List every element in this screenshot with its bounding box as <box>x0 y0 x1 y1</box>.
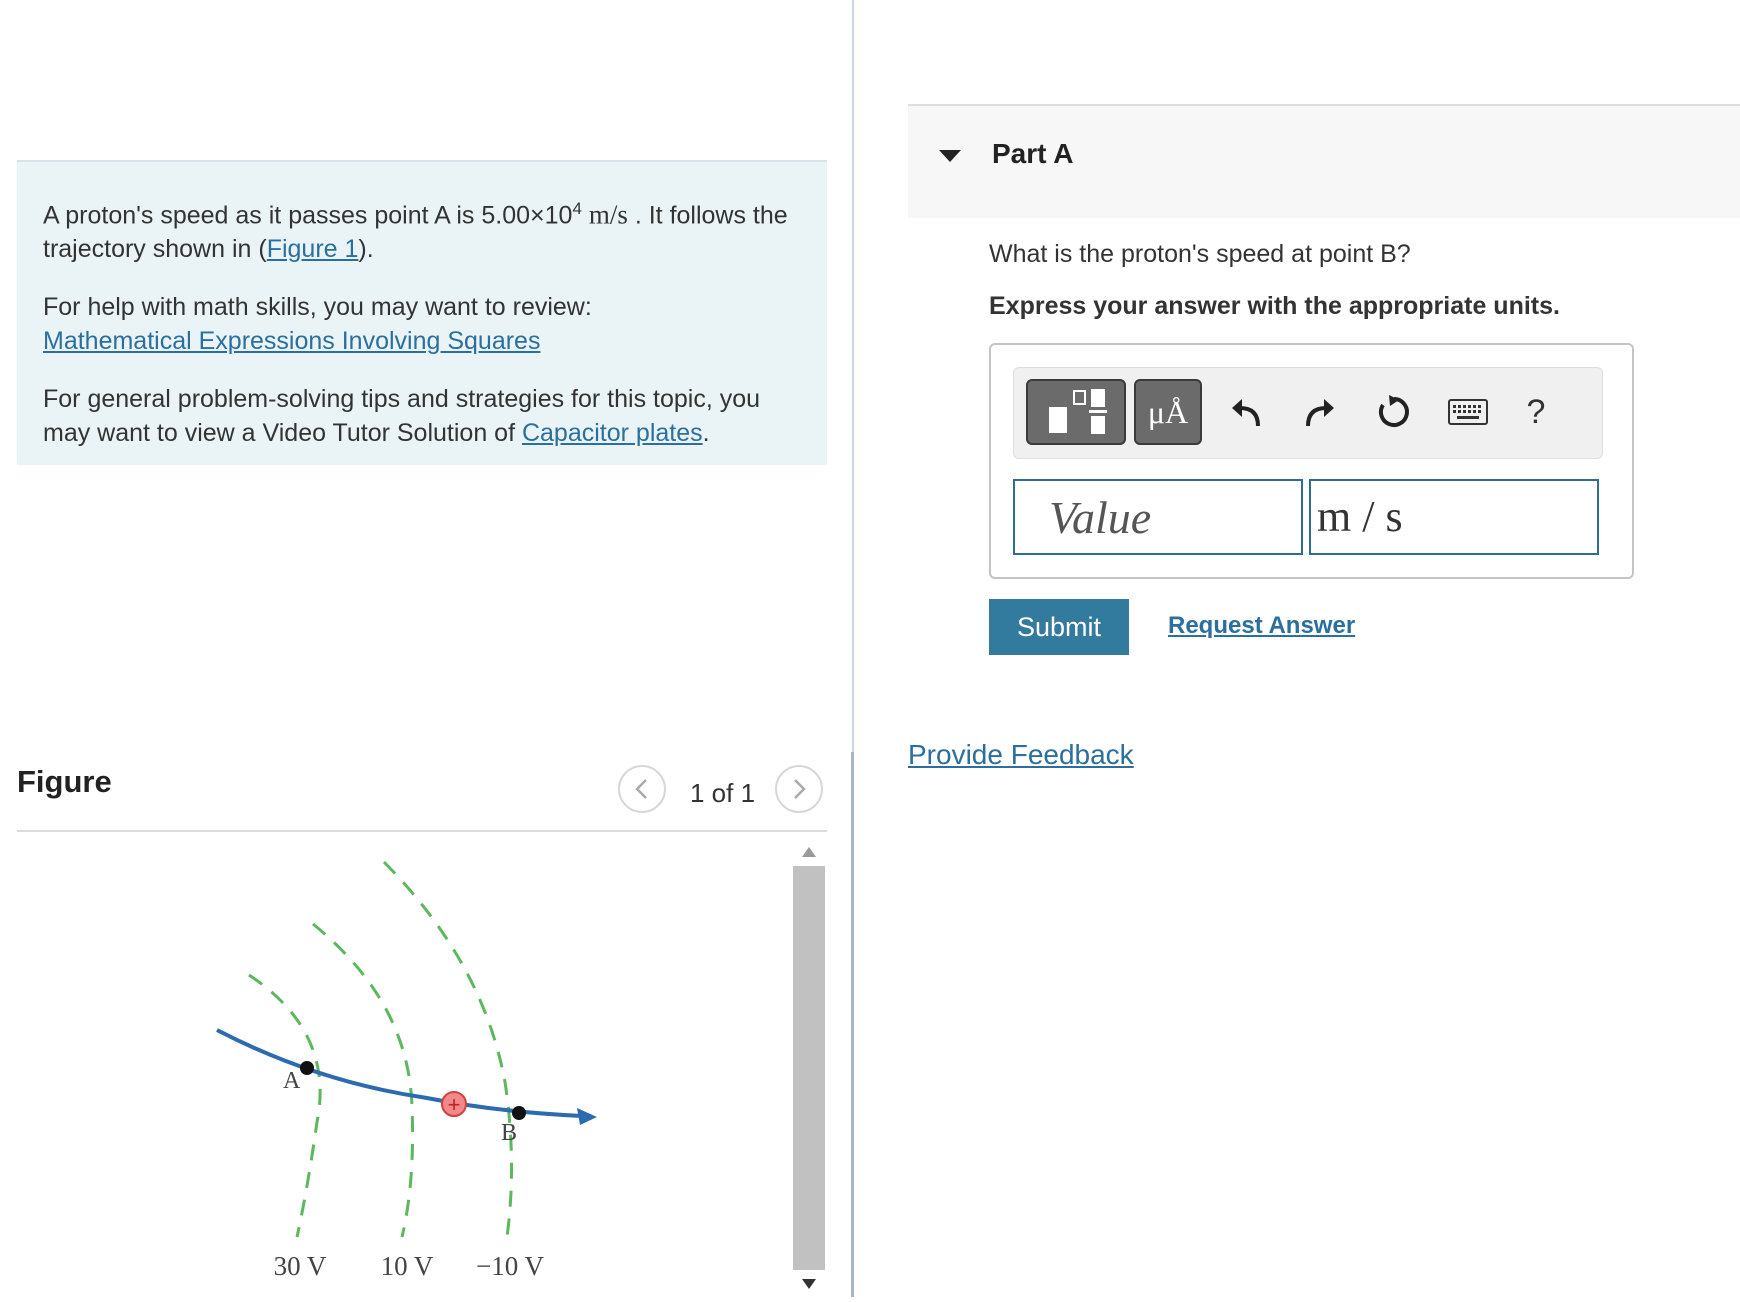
figure-next-button[interactable] <box>775 765 823 813</box>
request-answer-link[interactable]: Request Answer <box>1168 612 1355 640</box>
provide-feedback-link[interactable]: Provide Feedback <box>908 739 1134 771</box>
figure-close: ). <box>358 235 374 264</box>
scroll-up-arrow-icon[interactable] <box>801 846 817 858</box>
equipotential-neg10v <box>382 860 514 1238</box>
part-title: Part A <box>992 138 1074 169</box>
speed-unit: m/s <box>588 199 628 230</box>
equipotential-10v <box>312 922 415 1238</box>
undo-button[interactable] <box>1224 390 1268 434</box>
question-text: What is the proton's speed at point B? <box>989 240 1411 268</box>
fraction-template-icon <box>1049 389 1107 434</box>
units-input[interactable]: m / s <box>1309 479 1599 555</box>
submit-button[interactable]: Submit <box>989 599 1129 655</box>
caret-down-icon[interactable] <box>938 148 962 164</box>
tips: For general problem-solving tips and str… <box>43 382 801 450</box>
templates-button[interactable] <box>1026 379 1126 445</box>
equation-toolbar: μÅ ? <box>1013 367 1603 459</box>
reset-button[interactable] <box>1372 390 1416 434</box>
column-resize-handle[interactable] <box>851 752 854 1297</box>
undo-icon <box>1232 399 1260 427</box>
answer-box: μÅ ? m / s <box>989 343 1634 579</box>
point-a-dot <box>300 1061 314 1075</box>
problem-statement: A proton's speed as it passes point A is… <box>17 160 827 465</box>
math-help-link[interactable]: Mathematical Expressions Involving Squar… <box>43 327 540 355</box>
scrollbar-thumb[interactable] <box>793 866 825 1270</box>
help-button[interactable]: ? <box>1514 390 1558 434</box>
potential-label-neg10v: −10 V <box>476 1251 544 1281</box>
speed-intro: A proton's speed as it passes point A is… <box>43 201 573 230</box>
math-help: For help with math skills, you may want … <box>43 290 801 358</box>
capacitor-plates-link[interactable]: Capacitor plates <box>522 419 703 447</box>
chevron-left-icon <box>635 779 647 799</box>
chevron-right-icon <box>794 779 806 799</box>
problem-text: A proton's speed as it passes point A is… <box>43 192 801 266</box>
potential-label-10v: 10 V <box>381 1251 434 1281</box>
math-help-text: For help with math skills, you may want … <box>43 293 592 322</box>
reset-icon <box>1379 395 1409 427</box>
figure-prev-button[interactable] <box>618 765 666 813</box>
redo-icon <box>1306 399 1334 427</box>
point-b-dot <box>512 1106 526 1120</box>
potential-label-30v: 30 V <box>274 1251 327 1281</box>
point-a-label: A <box>283 1068 301 1094</box>
instruction-text: Express your answer with the appropriate… <box>989 292 1560 320</box>
keyboard-button[interactable] <box>1446 390 1490 434</box>
trajectory-diagram: A B + 30 V 10 V −10 V <box>216 860 597 1281</box>
keyboard-icon <box>1448 399 1488 425</box>
part-a-header[interactable]: Part A <box>908 104 1740 218</box>
figure-link[interactable]: Figure 1 <box>267 235 359 263</box>
figure-scrollbar[interactable] <box>793 840 825 1297</box>
figure-pager-text: 1 of 1 <box>690 778 756 808</box>
value-input[interactable] <box>1013 479 1303 555</box>
figure-panel: A B + 30 V 10 V −10 V <box>17 832 792 1297</box>
point-b-label: B <box>501 1120 517 1146</box>
proton-plus-sign: + <box>448 1092 461 1117</box>
figure-title: Figure <box>17 764 112 799</box>
redo-button[interactable] <box>1298 390 1342 434</box>
units-button[interactable]: μÅ <box>1134 379 1202 445</box>
scroll-down-arrow-icon[interactable] <box>801 1278 817 1290</box>
equipotential-30v <box>248 973 322 1238</box>
tips-end: . <box>702 419 710 448</box>
trajectory-arrowhead <box>577 1108 597 1125</box>
speed-exponent: 4 <box>572 199 582 218</box>
